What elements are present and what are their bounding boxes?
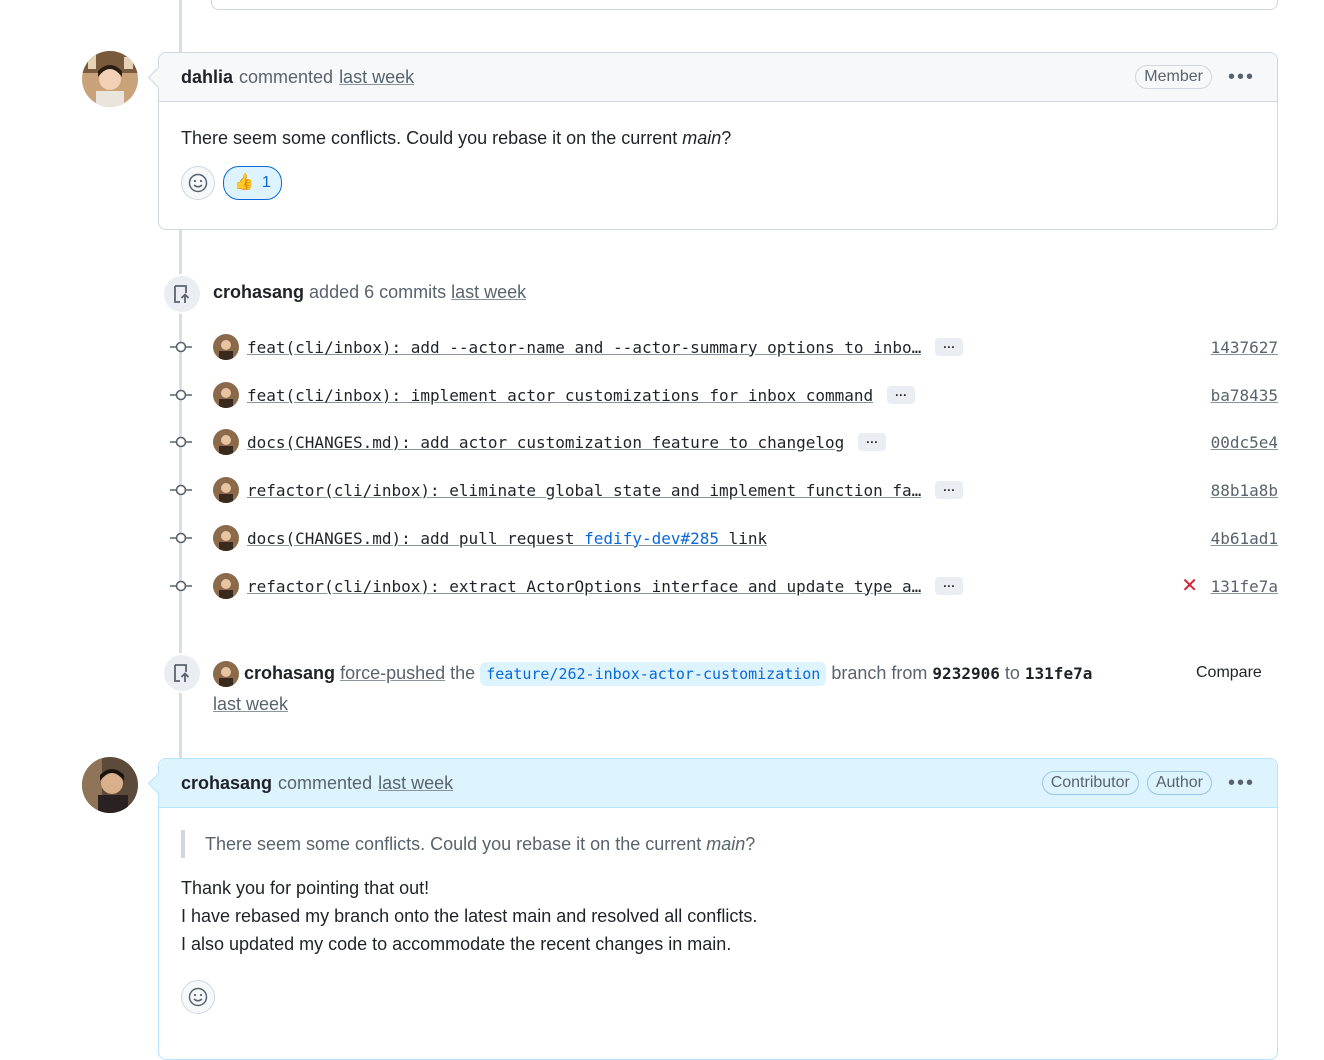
comment-action: commented bbox=[239, 66, 334, 87]
comment-line: I also updated my code to accommodate th… bbox=[181, 934, 732, 954]
commit-sha[interactable]: 88b1a8b bbox=[1211, 481, 1278, 500]
commit-avatar[interactable] bbox=[213, 573, 239, 599]
avatar[interactable] bbox=[82, 51, 138, 107]
commit-sha[interactable]: 00dc5e4 bbox=[1211, 433, 1278, 452]
event-timestamp[interactable]: last week bbox=[451, 282, 526, 302]
event-author[interactable]: crohasang bbox=[213, 282, 304, 302]
expand-commit-button[interactable]: ··· bbox=[935, 577, 964, 595]
comment-body: There seem some conflicts. Could you reb… bbox=[159, 102, 1277, 220]
event-avatar[interactable] bbox=[213, 661, 239, 688]
comment-header: dahlia commented last week Member ••• bbox=[159, 53, 1277, 102]
expand-commit-button[interactable]: ··· bbox=[935, 338, 964, 356]
force-push-event-text: crohasang force-pushed the feature/262-i… bbox=[213, 661, 1093, 714]
comment-dahlia: dahlia commented last week Member ••• Th… bbox=[147, 52, 1278, 230]
commit-avatar[interactable] bbox=[213, 334, 239, 360]
avatar[interactable] bbox=[82, 757, 138, 813]
commit-message[interactable]: feat(cli/inbox): add --actor-name and --… bbox=[247, 338, 921, 357]
commit-row: feat(cli/inbox): implement actor customi… bbox=[170, 380, 1278, 410]
force-pushed-link[interactable]: force-pushed bbox=[340, 663, 445, 683]
commit-avatar[interactable] bbox=[213, 382, 239, 408]
from-sha[interactable]: 9232906 bbox=[932, 664, 999, 683]
comment-body: There seem some conflicts. Could you reb… bbox=[159, 808, 1277, 1034]
smiley-icon bbox=[188, 173, 208, 193]
comment-action: commented bbox=[278, 772, 373, 793]
commit-message[interactable]: refactor(cli/inbox): eliminate global st… bbox=[247, 481, 921, 500]
commits-event-text: crohasang added 6 commits last week bbox=[213, 282, 526, 303]
comment-text: There seem some conflicts. Could you reb… bbox=[181, 128, 732, 148]
commit-message[interactable]: feat(cli/inbox): implement actor customi… bbox=[247, 386, 873, 405]
comment-header: crohasang commented last week Contributo… bbox=[159, 759, 1277, 808]
event-timestamp[interactable]: last week bbox=[213, 694, 288, 714]
commit-icon bbox=[170, 388, 192, 402]
event-action: added 6 commits bbox=[309, 282, 447, 302]
event-author[interactable]: crohasang bbox=[244, 663, 335, 683]
kebab-menu-icon[interactable]: ••• bbox=[1228, 67, 1255, 87]
commit-icon bbox=[170, 483, 192, 497]
force-push-icon bbox=[162, 653, 202, 693]
add-reaction-button[interactable] bbox=[181, 980, 215, 1014]
commit-row: refactor(cli/inbox): extract ActorOption… bbox=[170, 571, 1278, 601]
commit-icon bbox=[170, 531, 192, 545]
commit-icon bbox=[170, 435, 192, 449]
expand-commit-button[interactable]: ··· bbox=[935, 481, 964, 499]
commit-avatar[interactable] bbox=[213, 429, 239, 455]
commit-avatar[interactable] bbox=[213, 477, 239, 503]
comment-author[interactable]: crohasang bbox=[181, 773, 272, 794]
comment-timestamp[interactable]: last week bbox=[339, 67, 414, 88]
quoted-reply: There seem some conflicts. Could you reb… bbox=[181, 830, 1255, 858]
author-badge: Author bbox=[1146, 771, 1212, 795]
commit-row: refactor(cli/inbox): eliminate global st… bbox=[170, 475, 1278, 505]
branch-name[interactable]: feature/262-inbox-actor-customization bbox=[480, 662, 827, 686]
smiley-icon bbox=[188, 987, 208, 1007]
previous-comment-box bbox=[211, 0, 1278, 10]
commit-row: docs(CHANGES.md): add actor customizatio… bbox=[170, 427, 1278, 457]
commit-message[interactable]: docs(CHANGES.md): add actor customizatio… bbox=[247, 433, 844, 452]
commit-row: feat(cli/inbox): add --actor-name and --… bbox=[170, 332, 1278, 362]
commit-row: docs(CHANGES.md): add pull request fedif… bbox=[170, 523, 1278, 553]
commit-message[interactable]: docs(CHANGES.md): add pull request fedif… bbox=[247, 529, 767, 548]
thumbs-up-icon: 👍 bbox=[234, 174, 254, 191]
commit-icon bbox=[170, 579, 192, 593]
contributor-badge: Contributor bbox=[1041, 771, 1139, 795]
commit-sha[interactable]: 131fe7a bbox=[1211, 577, 1278, 596]
to-sha[interactable]: 131fe7a bbox=[1025, 664, 1092, 683]
kebab-menu-icon[interactable]: ••• bbox=[1228, 773, 1255, 793]
push-icon bbox=[162, 274, 202, 314]
comment-crohasang: crohasang commented last week Contributo… bbox=[147, 758, 1278, 1060]
commit-sha[interactable]: ba78435 bbox=[1211, 386, 1278, 405]
compare-button[interactable]: Compare bbox=[1196, 664, 1262, 682]
pr-reference-link[interactable]: fedify-dev#285 bbox=[584, 529, 719, 548]
check-failed-icon[interactable]: ✕ bbox=[1181, 573, 1198, 598]
commit-message[interactable]: refactor(cli/inbox): extract ActorOption… bbox=[247, 577, 921, 596]
commit-sha[interactable]: 1437627 bbox=[1211, 338, 1278, 357]
thumbs-up-reaction[interactable]: 👍 1 bbox=[223, 166, 282, 200]
commit-icon bbox=[170, 340, 192, 354]
comment-line: Thank you for pointing that out! bbox=[181, 878, 430, 898]
member-badge: Member bbox=[1135, 65, 1212, 89]
commit-avatar[interactable] bbox=[213, 525, 239, 551]
expand-commit-button[interactable]: ··· bbox=[887, 386, 916, 404]
commit-sha[interactable]: 4b61ad1 bbox=[1211, 529, 1278, 548]
add-reaction-button[interactable] bbox=[181, 166, 215, 200]
comment-timestamp[interactable]: last week bbox=[378, 773, 453, 794]
comment-line: I have rebased my branch onto the latest… bbox=[181, 906, 758, 926]
expand-commit-button[interactable]: ··· bbox=[858, 433, 887, 451]
reaction-count: 1 bbox=[261, 174, 271, 191]
comment-author[interactable]: dahlia bbox=[181, 67, 233, 88]
